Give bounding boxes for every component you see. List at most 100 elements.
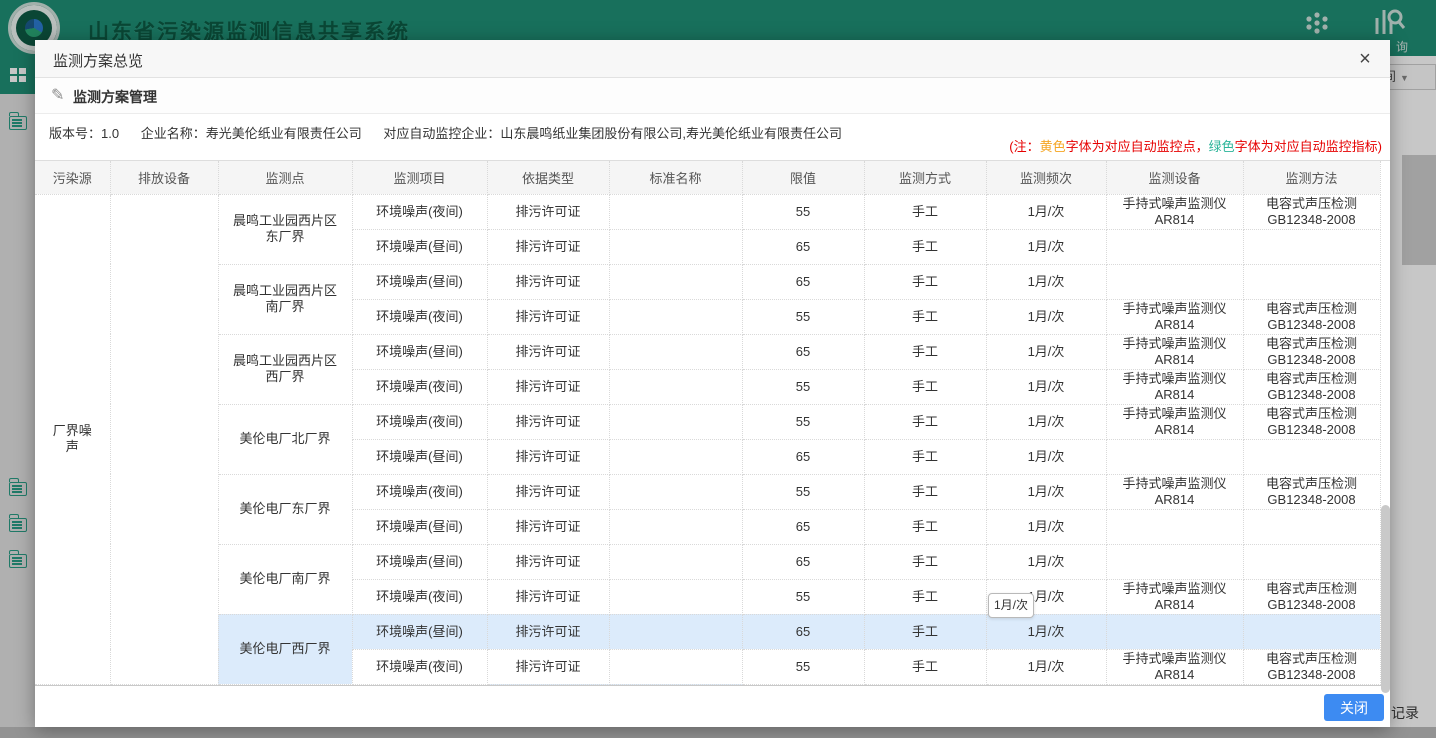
table-row[interactable]: 美伦电厂东厂界环境噪声(夜间)排污许可证55手工1月/次手持式噪声监测仪 AR8… — [35, 474, 1380, 509]
cell-monitoring-item: 环境噪声(夜间) — [352, 194, 487, 229]
cell-monitoring-method: 电容式声压检测 GB12348-2008 — [1243, 194, 1380, 229]
cell-basis-type: 排污许可证 — [487, 614, 609, 649]
cell-monitoring-mode: 手工 — [864, 299, 986, 334]
cell-standard-name — [609, 194, 742, 229]
cell-basis-type: 排污许可证 — [487, 299, 609, 334]
cell-monitoring-point: 晨鸣工业园西片区 南厂界 — [218, 264, 352, 334]
cell-pollution-source: 厂界噪 声 — [35, 194, 110, 684]
cell-monitoring-equipment: 手持式噪声监测仪 AR814 — [1106, 299, 1243, 334]
auto-company-label: 对应自动监控企业： — [383, 126, 500, 141]
company-label: 企业名称： — [141, 126, 206, 141]
cell-limit-value: 55 — [742, 194, 864, 229]
table-row[interactable]: 晨鸣工业园西片区 南厂界环境噪声(昼间)排污许可证65手工1月/次 — [35, 264, 1380, 299]
cell-monitoring-equipment: 手持式噪声监测仪 AR814 — [1106, 579, 1243, 614]
cell-monitoring-method: 电容式声压检测 GB12348-2008 — [1243, 649, 1380, 684]
cell-monitoring-frequency: 1月/次 — [986, 194, 1106, 229]
vertical-scrollbar-thumb[interactable] — [1381, 505, 1390, 693]
company-value: 寿光美伦纸业有限责任公司 — [206, 126, 362, 141]
cell-basis-type: 排污许可证 — [487, 229, 609, 264]
cell-monitoring-item: 环境噪声(昼间) — [352, 509, 487, 544]
cell-monitoring-mode: 手工 — [864, 194, 986, 229]
cell-basis-type: 排污许可证 — [487, 544, 609, 579]
cell-monitoring-equipment — [1106, 439, 1243, 474]
plan-table: 污染源排放设备监测点监测项目依据类型标准名称限值监测方式监测频次监测设备监测方法… — [35, 161, 1381, 686]
table-row[interactable]: 美伦电厂南厂界环境噪声(昼间)排污许可证65手工1月/次 — [35, 544, 1380, 579]
table-row[interactable]: 美伦电厂西厂界环境噪声(昼间)排污许可证65手工1月/次 — [35, 614, 1380, 649]
cell-monitoring-method: 电容式声压检测 GB12348-2008 — [1243, 369, 1380, 404]
cell-monitoring-method: 电容式声压检测 GB12348-2008 — [1243, 299, 1380, 334]
cell-monitoring-equipment — [1106, 509, 1243, 544]
note-segment: 字体为对应自动监控点， — [1066, 139, 1209, 154]
table-row[interactable]: 厂界噪 声晨鸣工业园西片区 东厂界环境噪声(夜间)排污许可证55手工1月/次手持… — [35, 194, 1380, 229]
cell-monitoring-equipment: 手持式噪声监测仪 AR814 — [1106, 404, 1243, 439]
cell-basis-type: 排污许可证 — [487, 369, 609, 404]
cell-monitoring-frequency: 1月/次 — [986, 649, 1106, 684]
cell-monitoring-method — [1243, 509, 1380, 544]
cell-monitoring-mode: 手工 — [864, 334, 986, 369]
cell-basis-type: 排污许可证 — [487, 474, 609, 509]
note-segment: (注： — [1009, 139, 1039, 154]
cell-monitoring-frequency: 1月/次 — [986, 334, 1106, 369]
screen: 山东省污染源监测信息共享系统 询 间▼ 记录 — [0, 0, 1436, 738]
close-button[interactable]: 关闭 — [1324, 694, 1384, 721]
cell-monitoring-mode: 手工 — [864, 229, 986, 264]
modal-title: 监测方案总览 — [53, 50, 143, 71]
cell-monitoring-method: 电容式声压检测 GB12348-2008 — [1243, 579, 1380, 614]
meta-bar: 版本号：1.0 企业名称：寿光美伦纸业有限责任公司 对应自动监控企业：山东晨鸣纸… — [35, 114, 1390, 160]
cell-basis-type: 排污许可证 — [487, 439, 609, 474]
cell-limit-value: 55 — [742, 369, 864, 404]
cell-monitoring-item: 环境噪声(昼间) — [352, 264, 487, 299]
cell-monitoring-point: 美伦电厂东厂界 — [218, 474, 352, 544]
cell-monitoring-equipment: 手持式噪声监测仪 AR814 — [1106, 369, 1243, 404]
note-segment: 绿色 — [1209, 139, 1235, 154]
modal-titlebar: 监测方案总览 × — [35, 40, 1390, 78]
cell-monitoring-equipment — [1106, 544, 1243, 579]
cell-standard-name — [609, 229, 742, 264]
cell-monitoring-equipment: 手持式噪声监测仪 AR814 — [1106, 194, 1243, 229]
cell-monitoring-mode: 手工 — [864, 579, 986, 614]
cell-monitoring-item: 环境噪声(夜间) — [352, 649, 487, 684]
cell-standard-name — [609, 404, 742, 439]
cell-monitoring-item: 环境噪声(昼间) — [352, 439, 487, 474]
cell-monitoring-equipment: 手持式噪声监测仪 AR814 — [1106, 649, 1243, 684]
column-header: 限值 — [742, 161, 864, 194]
column-header: 标准名称 — [609, 161, 742, 194]
cell-monitoring-point: 美伦电厂南厂界 — [218, 544, 352, 614]
cell-standard-name — [609, 614, 742, 649]
column-header: 监测方法 — [1243, 161, 1380, 194]
cell-standard-name — [609, 544, 742, 579]
cell-monitoring-mode: 手工 — [864, 369, 986, 404]
monitoring-plan-modal: 监测方案总览 × ✎ 监测方案管理 版本号：1.0 企业名称：寿光美伦纸业有限责… — [35, 40, 1390, 727]
plan-table-container: 污染源排放设备监测点监测项目依据类型标准名称限值监测方式监测频次监测设备监测方法… — [35, 160, 1390, 686]
cell-limit-value: 55 — [742, 579, 864, 614]
cell-monitoring-frequency: 1月/次 — [986, 369, 1106, 404]
cell-monitoring-item: 环境噪声(昼间) — [352, 334, 487, 369]
cell-monitoring-frequency: 1月/次 — [986, 544, 1106, 579]
cell-standard-name — [609, 509, 742, 544]
close-icon[interactable]: × — [1352, 46, 1378, 72]
meta-line: 版本号：1.0 企业名称：寿光美伦纸业有限责任公司 对应自动监控企业：山东晨鸣纸… — [49, 123, 842, 142]
cell-limit-value: 65 — [742, 439, 864, 474]
column-header: 监测项目 — [352, 161, 487, 194]
table-row[interactable]: 晨鸣工业园西片区 西厂界环境噪声(昼间)排污许可证65手工1月/次手持式噪声监测… — [35, 334, 1380, 369]
modal-footer: 关闭 — [35, 686, 1390, 727]
cell-monitoring-frequency: 1月/次 — [986, 614, 1106, 649]
cell-standard-name — [609, 649, 742, 684]
note-segment: 字体为对应自动监控指标) — [1235, 139, 1382, 154]
cell-basis-type: 排污许可证 — [487, 579, 609, 614]
cell-limit-value: 65 — [742, 334, 864, 369]
cell-monitoring-method — [1243, 229, 1380, 264]
column-header: 监测方式 — [864, 161, 986, 194]
cell-monitoring-equipment — [1106, 614, 1243, 649]
color-legend-note: (注：黄色字体为对应自动监控点，绿色字体为对应自动监控指标) — [1009, 136, 1382, 155]
column-header: 监测点 — [218, 161, 352, 194]
cell-monitoring-frequency: 1月/次 — [986, 439, 1106, 474]
cell-monitoring-frequency: 1月/次 — [986, 264, 1106, 299]
cell-monitoring-mode: 手工 — [864, 509, 986, 544]
cell-monitoring-item: 环境噪声(昼间) — [352, 544, 487, 579]
cell-limit-value: 65 — [742, 614, 864, 649]
table-row[interactable]: 美伦电厂北厂界环境噪声(夜间)排污许可证55手工1月/次手持式噪声监测仪 AR8… — [35, 404, 1380, 439]
cell-basis-type: 排污许可证 — [487, 194, 609, 229]
column-header: 依据类型 — [487, 161, 609, 194]
cell-standard-name — [609, 474, 742, 509]
